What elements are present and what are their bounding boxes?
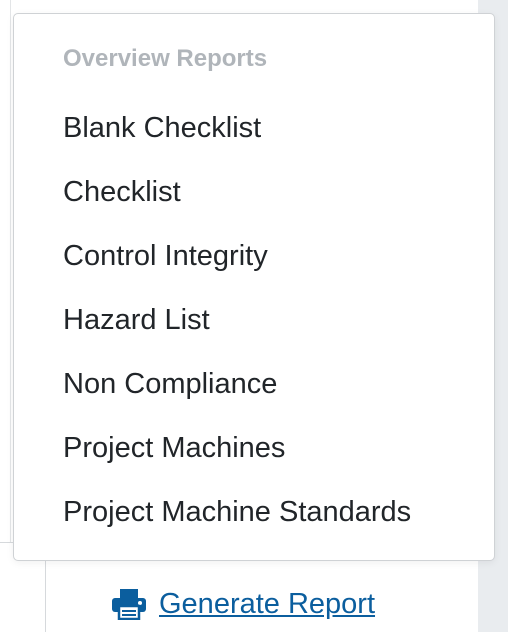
background-divider <box>10 0 11 542</box>
menu-item-blank-checklist[interactable]: Blank Checklist <box>14 108 494 172</box>
menu-item-hazard-list[interactable]: Hazard List <box>14 300 494 364</box>
menu-item-control-integrity[interactable]: Control Integrity <box>14 236 494 300</box>
menu-item-project-machines[interactable]: Project Machines <box>14 428 494 492</box>
generate-report-link[interactable]: Generate Report <box>111 584 375 624</box>
dropdown-header: Overview Reports <box>63 45 268 72</box>
menu-item-project-machine-standards[interactable]: Project Machine Standards <box>14 492 494 556</box>
printer-icon <box>111 588 147 621</box>
menu-item-non-compliance[interactable]: Non Compliance <box>14 364 494 428</box>
report-menu-list: Blank Checklist Checklist Control Integr… <box>14 108 494 556</box>
report-dropdown-menu: Overview Reports Blank Checklist Checkli… <box>13 13 495 561</box>
menu-item-checklist[interactable]: Checklist <box>14 172 494 236</box>
generate-report-label: Generate Report <box>159 587 376 620</box>
